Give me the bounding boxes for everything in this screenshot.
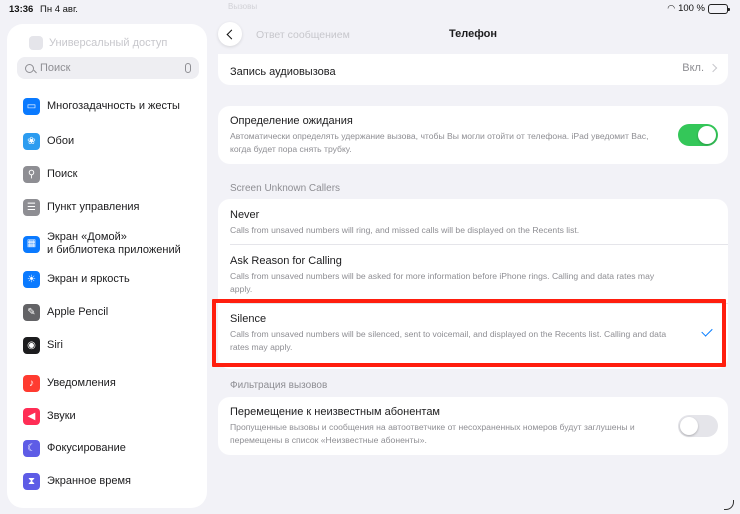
option-subtitle: Calls from unsaved numbers will be asked… xyxy=(230,271,655,294)
option-ask-reason[interactable]: Ask Reason for Calling Calls from unsave… xyxy=(230,255,668,296)
hold-detection-row: Определение ожидания Автоматически опред… xyxy=(230,115,658,156)
sidebar-item-label: Apple Pencil xyxy=(47,306,109,318)
control-center-icon: ☰ xyxy=(23,199,40,216)
sidebar-item-label-line1: Экран «Домой» xyxy=(47,231,127,243)
sidebar-item-label: Звуки xyxy=(47,410,76,422)
notifications-icon: ♪ xyxy=(23,375,40,392)
hold-detection-subtitle: Автоматически определять удержание вызов… xyxy=(230,131,649,154)
multitasking-icon: ▭ xyxy=(23,98,40,115)
sidebar-item-apple-pencil[interactable]: ✎ Apple Pencil xyxy=(23,304,108,321)
option-never[interactable]: Never Calls from unsaved numbers will ri… xyxy=(230,209,716,237)
sidebar-item-sounds[interactable]: ◀ Звуки xyxy=(23,408,76,425)
sidebar-item-label: Обои xyxy=(47,135,75,147)
wifi-icon: ◠ xyxy=(667,3,676,13)
pencil-icon: ✎ xyxy=(23,304,40,321)
accessibility-icon xyxy=(29,36,43,50)
screen-time-icon: ⧗ xyxy=(23,473,40,490)
option-silence[interactable]: Silence Calls from unsaved numbers will … xyxy=(230,313,668,354)
sidebar-item-wallpaper[interactable]: ❀ Обои xyxy=(23,133,74,150)
sidebar-item-control-center[interactable]: ☰ Пункт управления xyxy=(23,199,140,216)
sidebar-item-label: Экран «Домой» и библиотека приложений xyxy=(47,231,181,257)
audio-recording-value-group[interactable]: Вкл. xyxy=(682,62,718,74)
toggle-knob xyxy=(680,417,698,435)
filter-title: Перемещение к неизвестным абонентам xyxy=(230,406,440,418)
battery-percent: 100 % xyxy=(678,3,705,14)
hold-detection-title: Определение ожидания xyxy=(230,115,353,127)
filter-row: Перемещение к неизвестным абонентам Проп… xyxy=(230,406,648,447)
screen-unknown-card: Never Calls from unsaved numbers will ri… xyxy=(218,199,728,369)
sidebar: Универсальный доступ Поиск ▭ Многозадачн… xyxy=(7,24,207,508)
sidebar-item-label: Экранное время xyxy=(47,475,131,487)
status-time: 13:36 xyxy=(9,4,34,15)
sidebar-item-label: Уведомления xyxy=(47,377,116,389)
faded-section-label: Вызовы xyxy=(228,2,258,11)
sidebar-item-notifications[interactable]: ♪ Уведомления xyxy=(23,375,116,392)
option-subtitle: Calls from unsaved numbers will ring, an… xyxy=(230,225,580,235)
focus-icon: ☾ xyxy=(23,440,40,457)
siri-icon: ◉ xyxy=(23,337,40,354)
status-date: Пн 4 авг. xyxy=(40,4,78,15)
audio-recording-value: Вкл. xyxy=(682,62,704,74)
sidebar-item-siri[interactable]: ◉ Siri xyxy=(23,337,63,354)
filter-header: Фильтрация вызовов xyxy=(230,380,328,391)
battery-icon xyxy=(708,3,730,14)
filter-card: Перемещение к неизвестным абонентам Проп… xyxy=(218,397,728,455)
sidebar-faded-label: Универсальный доступ xyxy=(49,37,168,49)
sidebar-item-screen-time[interactable]: ⧗ Экранное время xyxy=(23,473,131,490)
option-title: Silence xyxy=(230,313,267,325)
sidebar-item-brightness[interactable]: ☀ Экран и яркость xyxy=(23,271,130,288)
sidebar-item-label: Фокусирование xyxy=(47,442,126,454)
page-title: Телефон xyxy=(448,28,498,40)
divider xyxy=(230,244,728,245)
sidebar-item-label: Пункт управления xyxy=(47,201,140,213)
sidebar-item-label: Siri xyxy=(47,339,63,351)
divider xyxy=(230,303,728,304)
hold-detection-card: Определение ожидания Автоматически опред… xyxy=(218,106,728,164)
audio-recording-title: Запись аудиовызова xyxy=(230,66,336,78)
sounds-icon: ◀ xyxy=(23,408,40,425)
sidebar-item-label: Поиск xyxy=(47,168,78,180)
sidebar-item-label: Многозадачность и жесты xyxy=(47,100,180,112)
search-input[interactable]: Поиск xyxy=(17,57,199,79)
filter-subtitle: Пропущенные вызовы и сообщения на автоот… xyxy=(230,422,635,445)
resize-handle-icon[interactable] xyxy=(724,500,734,510)
brightness-icon: ☀ xyxy=(23,271,40,288)
option-title: Never xyxy=(230,209,260,221)
status-right: ◠ 100 % xyxy=(667,3,730,14)
microphone-icon[interactable] xyxy=(185,63,191,73)
sidebar-item-multitasking[interactable]: ▭ Многозадачность и жесты xyxy=(23,98,180,115)
audio-recording-row[interactable]: Запись аудиовызова xyxy=(230,62,716,80)
audio-recording-card: Запись аудиовызова Вкл. xyxy=(218,54,728,85)
home-screen-icon: ▦ xyxy=(23,235,40,253)
sidebar-item-label-line2: и библиотека приложений xyxy=(47,244,181,256)
sidebar-item-search[interactable]: ⚲ Поиск xyxy=(23,166,77,183)
wallpaper-icon: ❀ xyxy=(23,133,40,150)
chevron-right-icon xyxy=(708,63,718,73)
search-icon xyxy=(25,63,34,73)
navigation-bar: Ответ сообщением Телефон xyxy=(218,20,728,48)
search-placeholder: Поиск xyxy=(40,62,71,74)
filter-toggle[interactable] xyxy=(678,415,718,437)
sidebar-item-focus[interactable]: ☾ Фокусирование xyxy=(23,440,126,457)
sidebar-item-home-screen[interactable]: ▦ Экран «Домой» и библиотека приложений xyxy=(23,231,181,257)
toggle-knob xyxy=(698,126,716,144)
search-icon: ⚲ xyxy=(23,166,40,183)
option-subtitle: Calls from unsaved numbers will be silen… xyxy=(230,329,667,352)
status-bar: 13:36 Пн 4 авг. ◠ 100 % xyxy=(0,0,740,18)
checkmark-icon xyxy=(701,325,713,337)
screen-unknown-header: Screen Unknown Callers xyxy=(230,183,341,194)
sidebar-item-label: Экран и яркость xyxy=(47,273,130,285)
sidebar-faded-item[interactable]: Универсальный доступ xyxy=(29,36,167,50)
hold-detection-toggle[interactable] xyxy=(678,124,718,146)
option-title: Ask Reason for Calling xyxy=(230,255,342,267)
